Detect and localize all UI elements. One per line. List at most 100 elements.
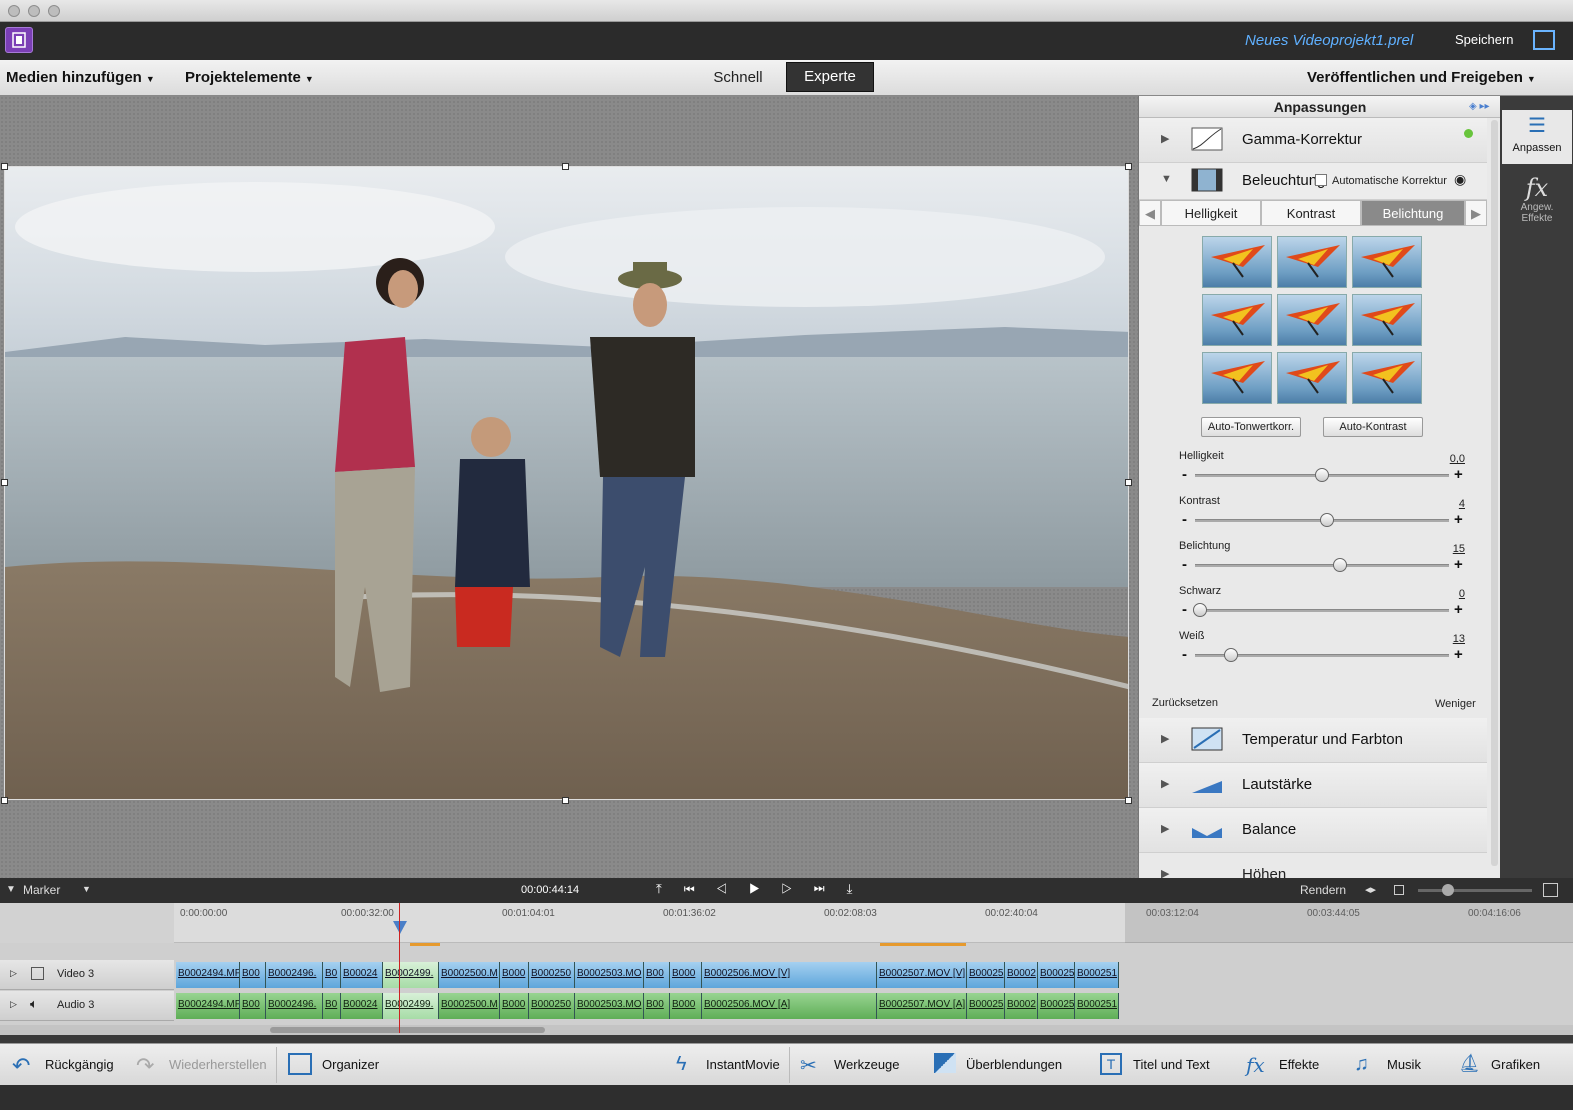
expand-arrow-icon[interactable]: ▶ bbox=[1161, 732, 1169, 745]
resize-handle[interactable] bbox=[562, 163, 569, 170]
section-treble[interactable]: ▶ Höhen bbox=[1139, 853, 1487, 878]
save-button[interactable]: Speichern bbox=[1455, 32, 1514, 47]
timeline-clip[interactable]: B00024 bbox=[341, 962, 383, 988]
tab-brightness[interactable]: Helligkeit bbox=[1161, 200, 1261, 226]
play-icon[interactable]: ▶ bbox=[749, 881, 781, 896]
exposure-preset-thumbnail[interactable] bbox=[1202, 352, 1272, 404]
go-to-out-icon[interactable]: ⤓ bbox=[847, 881, 875, 896]
timeline-clip[interactable]: B00 bbox=[644, 993, 670, 1019]
resize-handle[interactable] bbox=[1, 797, 8, 804]
playhead-handle-icon[interactable] bbox=[393, 921, 407, 934]
expand-arrow-icon[interactable]: ▶ bbox=[1161, 822, 1169, 835]
expand-arrow-icon[interactable]: ▷ bbox=[10, 999, 17, 1010]
panel-scrollbar[interactable] bbox=[1491, 120, 1498, 866]
timeline-clip[interactable]: B0002506.MOV [V] bbox=[702, 962, 877, 988]
timeline-clip[interactable]: B00 bbox=[644, 962, 670, 988]
graphics-button[interactable]: Grafiken bbox=[1491, 1057, 1540, 1072]
exposure-preset-thumbnail[interactable] bbox=[1277, 236, 1347, 288]
transitions-icon[interactable] bbox=[934, 1053, 956, 1073]
timeline-clip[interactable]: B000 bbox=[670, 962, 702, 988]
timeline-clip[interactable]: B000 bbox=[500, 993, 529, 1019]
instantmovie-button[interactable]: InstantMovie bbox=[706, 1057, 780, 1072]
resize-handle[interactable] bbox=[1, 163, 8, 170]
resize-handle[interactable] bbox=[562, 797, 569, 804]
fx-icon[interactable]: fx bbox=[1246, 1053, 1270, 1077]
zoom-in-icon[interactable] bbox=[1543, 883, 1558, 897]
slider-knob[interactable] bbox=[1315, 468, 1329, 482]
slider-knob[interactable] bbox=[1332, 558, 1347, 572]
timeline-clip[interactable]: B0002494.MP bbox=[176, 962, 240, 988]
slider-value[interactable]: 0 bbox=[1435, 588, 1465, 600]
redo-button[interactable]: Wiederherstellen bbox=[169, 1057, 267, 1072]
timeline-clip[interactable]: B0002499. bbox=[383, 993, 439, 1019]
skip-forward-icon[interactable]: ⏭ bbox=[814, 881, 847, 896]
project-elements-menu[interactable]: Projektelemente ▼ bbox=[185, 69, 314, 86]
timeline-clip[interactable]: B0002500.M bbox=[439, 962, 500, 988]
timeline-clip[interactable]: B000250 bbox=[529, 993, 575, 1019]
marker-triangle-icon[interactable]: ▼ bbox=[6, 884, 16, 895]
section-balance[interactable]: ▶ Balance bbox=[1139, 808, 1487, 853]
video-frame[interactable] bbox=[4, 166, 1129, 800]
panel-options-icon[interactable]: ◈ ▸▸ bbox=[1469, 101, 1490, 112]
timeline-hscroll[interactable] bbox=[0, 1025, 1573, 1035]
timeline-clip[interactable]: B0002 bbox=[1005, 993, 1038, 1019]
timeline-clip[interactable]: B0002494.MP bbox=[176, 993, 240, 1019]
plus-icon[interactable]: + bbox=[1454, 556, 1463, 573]
zoom-out-icon[interactable] bbox=[1394, 885, 1404, 895]
exposure-preset-thumbnail[interactable] bbox=[1277, 352, 1347, 404]
expand-arrow-icon[interactable]: ▶ bbox=[1161, 867, 1169, 878]
timeline-clip[interactable]: B00025 bbox=[1038, 993, 1075, 1019]
slider-knob[interactable] bbox=[1223, 648, 1238, 662]
tools-button[interactable]: Werkzeuge bbox=[834, 1057, 900, 1072]
fit-timeline-icon[interactable]: ◂▸ bbox=[1365, 883, 1376, 896]
plus-icon[interactable]: + bbox=[1454, 511, 1463, 528]
timeline-clip[interactable]: B0002507.MOV [A] bbox=[877, 993, 967, 1019]
timeline-hscroll-thumb[interactable] bbox=[270, 1027, 545, 1033]
timeline-clip[interactable]: B00024 bbox=[341, 993, 383, 1019]
quick-mode-tab[interactable]: Schnell bbox=[690, 65, 786, 91]
effects-button[interactable]: Effekte bbox=[1279, 1057, 1319, 1072]
exposure-preset-thumbnail[interactable] bbox=[1277, 294, 1347, 346]
film-strip-icon[interactable] bbox=[31, 967, 44, 980]
slider-knob[interactable] bbox=[1320, 513, 1335, 527]
exposure-preset-thumbnail[interactable] bbox=[1202, 294, 1272, 346]
undo-icon[interactable]: ↶ bbox=[12, 1053, 36, 1078]
timeline-clip[interactable]: B00025 bbox=[1038, 962, 1075, 988]
chevron-down-icon[interactable]: ▼ bbox=[82, 884, 91, 894]
timeline-clip[interactable]: B0002503.MO bbox=[575, 993, 644, 1019]
step-forward-icon[interactable]: ▷ bbox=[781, 881, 813, 896]
minimize-window-button[interactable] bbox=[28, 5, 40, 17]
resize-handle[interactable] bbox=[1125, 163, 1132, 170]
slider-track[interactable] bbox=[1195, 564, 1449, 567]
zoom-slider-knob[interactable] bbox=[1442, 884, 1454, 896]
timeline-clip[interactable]: B0002503.MO bbox=[575, 962, 644, 988]
render-button[interactable]: Rendern bbox=[1300, 883, 1346, 897]
timeline-ruler[interactable]: 0:00:00:00 00:00:32:00 00:01:04:01 00:01:36… bbox=[0, 903, 1573, 943]
section-volume[interactable]: ▶ Lautstärke bbox=[1139, 763, 1487, 808]
tab-exposure[interactable]: Belichtung bbox=[1361, 200, 1465, 226]
exposure-preset-thumbnail[interactable] bbox=[1352, 294, 1422, 346]
exposure-preset-thumbnail[interactable] bbox=[1352, 236, 1422, 288]
slider-knob[interactable] bbox=[1193, 603, 1208, 617]
go-to-in-icon[interactable]: ⤒ bbox=[656, 881, 684, 896]
adjust-panel-button[interactable]: ☰ Anpassen bbox=[1502, 110, 1572, 164]
zoom-window-button[interactable] bbox=[48, 5, 60, 17]
visibility-eye-icon[interactable]: ◉ bbox=[1454, 171, 1466, 188]
plus-icon[interactable]: + bbox=[1454, 466, 1463, 483]
less-button[interactable]: Weniger bbox=[1435, 698, 1476, 710]
plus-icon[interactable]: + bbox=[1454, 601, 1463, 618]
minus-icon[interactable]: - bbox=[1182, 601, 1187, 618]
expand-arrow-icon[interactable]: ▷ bbox=[10, 968, 17, 979]
slider-value[interactable]: 13 bbox=[1435, 633, 1465, 645]
minus-icon[interactable]: - bbox=[1182, 511, 1187, 528]
timeline-clip[interactable]: B0002496. bbox=[266, 993, 323, 1019]
tab-scroll-right-icon[interactable]: ▶ bbox=[1465, 200, 1487, 226]
tab-contrast[interactable]: Kontrast bbox=[1261, 200, 1361, 226]
speaker-icon[interactable]: 🔈︎ bbox=[30, 996, 38, 1012]
slider-value[interactable]: 4 bbox=[1435, 498, 1465, 510]
slider-track[interactable] bbox=[1195, 609, 1449, 612]
section-lighting[interactable]: ▼ Beleuchtung Automatische Korrektur ◉ bbox=[1139, 163, 1487, 200]
timeline-clip[interactable]: B000 bbox=[670, 993, 702, 1019]
minus-icon[interactable]: - bbox=[1182, 556, 1187, 573]
timeline-clip[interactable]: B0002506.MOV [A] bbox=[702, 993, 877, 1019]
